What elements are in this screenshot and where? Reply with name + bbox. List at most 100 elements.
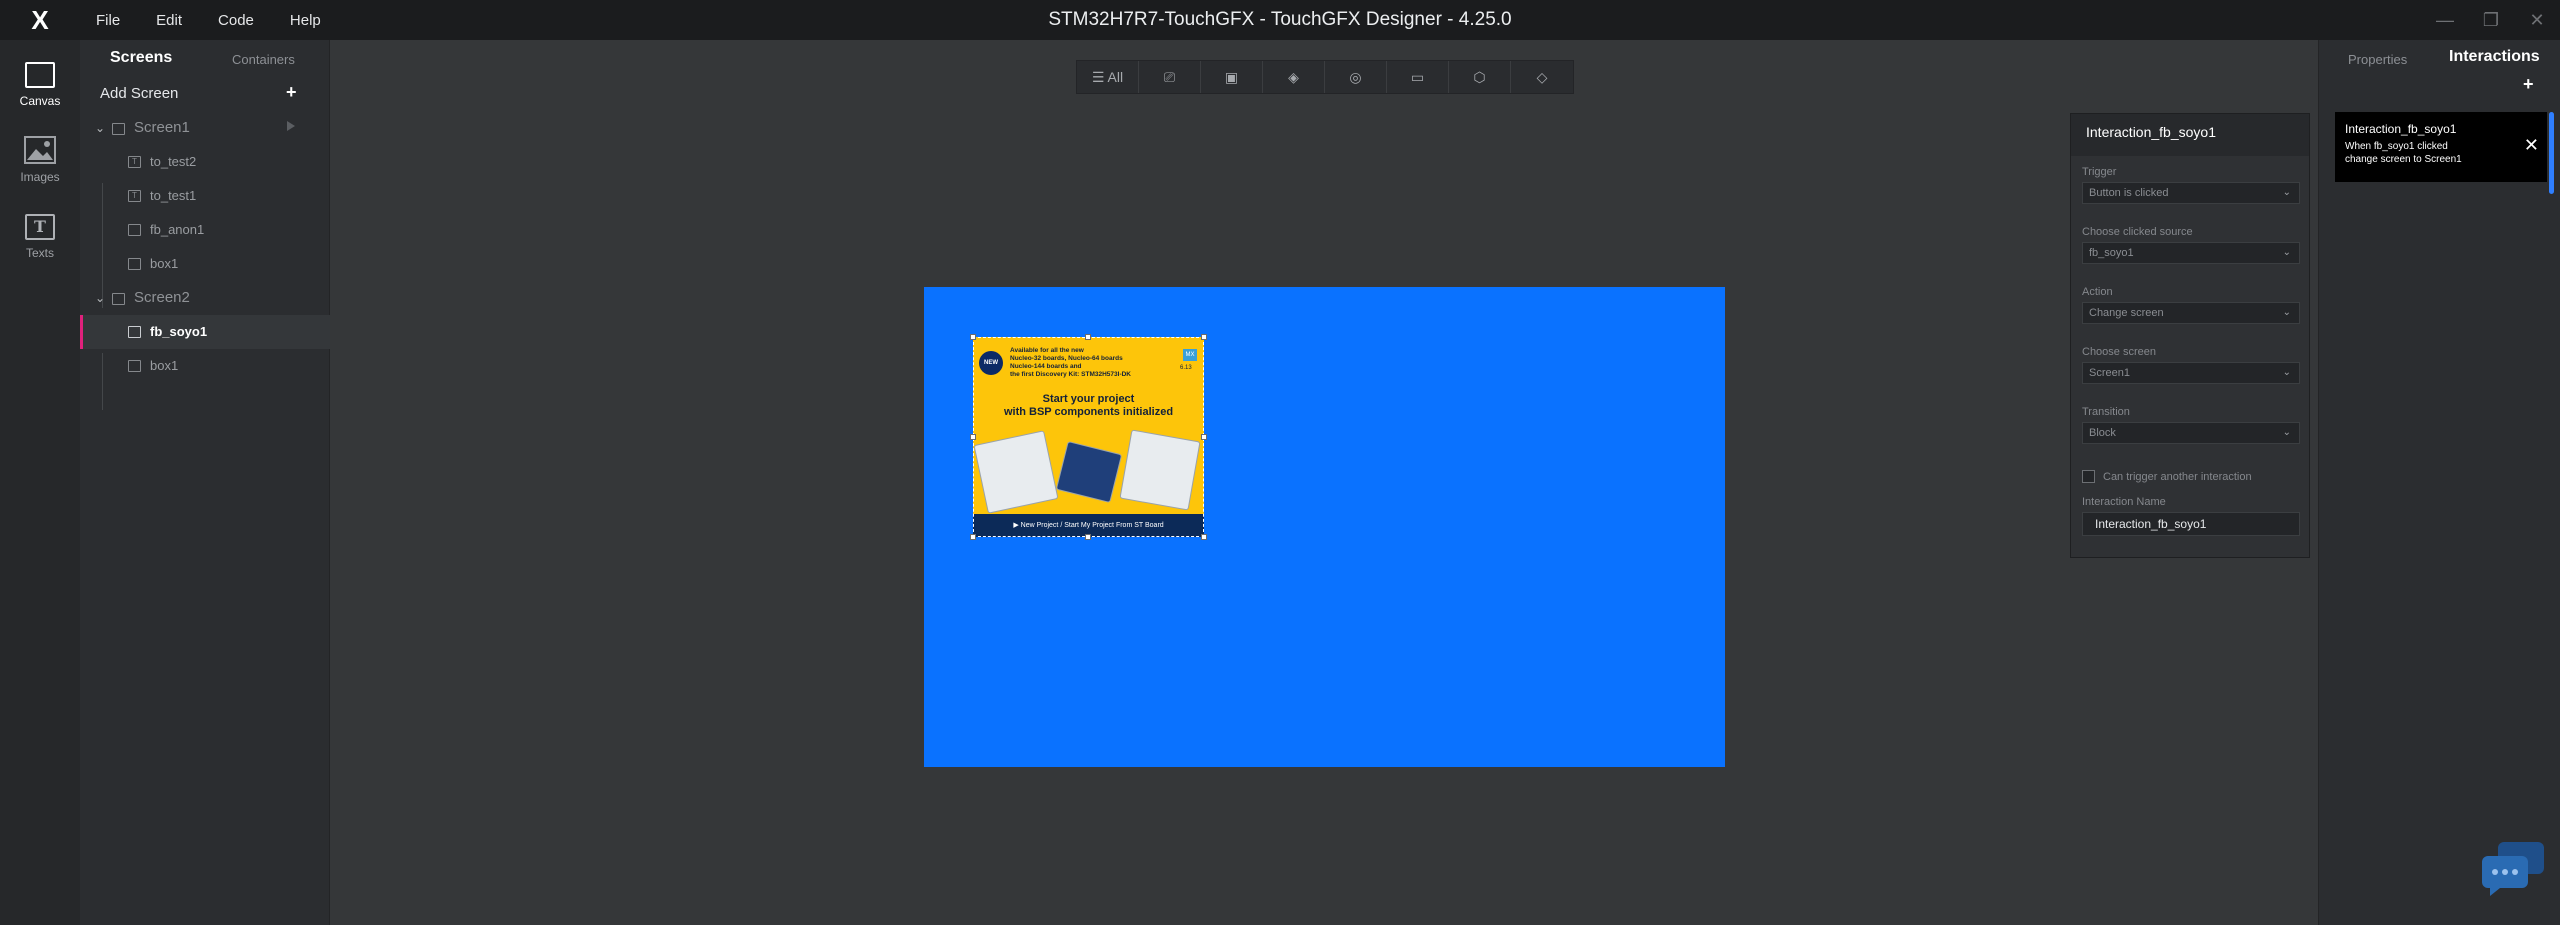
layers-icon[interactable]: ◈ — [1263, 61, 1325, 93]
rail-images-label: Images — [20, 170, 60, 184]
tree-item-label: to_test2 — [150, 154, 197, 169]
left-rail: Canvas Images T Texts — [0, 40, 80, 925]
stack-icon[interactable]: ◇ — [1511, 61, 1573, 93]
chevron-down-icon[interactable]: ⌄ — [95, 121, 105, 135]
add-screen-row[interactable]: Add Screen + — [80, 80, 330, 108]
right-panel: Properties Interactions + Interaction_fb… — [2318, 40, 2560, 925]
chevron-down-icon: ⌄ — [2282, 247, 2291, 258]
tree-screen2[interactable]: ⌄ Screen2 — [80, 281, 330, 315]
tab-interactions[interactable]: Interactions — [2449, 48, 2540, 66]
screen2-label: Screen2 — [134, 289, 190, 306]
image-icon[interactable]: ▣ — [1201, 61, 1263, 93]
resize-handle[interactable] — [970, 334, 976, 340]
texts-icon: T — [25, 214, 55, 240]
action-label: Action — [2082, 286, 2113, 298]
tree-item-fb-anon1[interactable]: fb_anon1 — [80, 213, 330, 247]
shapes-icon[interactable]: ◎ — [1325, 61, 1387, 93]
transition-label: Transition — [2082, 406, 2130, 418]
trigger-value: Button is clicked — [2089, 187, 2169, 199]
close-icon[interactable]: ✕ — [2524, 135, 2539, 156]
text-area-icon[interactable]: ▭ — [1387, 61, 1449, 93]
box-icon — [128, 258, 141, 270]
tree-item-box1[interactable]: box1 — [80, 349, 330, 383]
interaction-icon[interactable]: ⎚ — [1139, 61, 1201, 93]
resize-handle[interactable] — [1201, 434, 1207, 440]
window-title: STM32H7R7-TouchGFX - TouchGFX Designer -… — [1048, 9, 1512, 30]
tree-item-label: box1 — [150, 358, 179, 373]
tree-item-to-test2[interactable]: T to_test2 — [80, 145, 330, 179]
tab-screens[interactable]: Screens — [110, 49, 172, 67]
screen-icon — [112, 123, 125, 135]
chevron-down-icon[interactable]: ⌄ — [95, 291, 105, 305]
close-window-icon[interactable]: ✕ — [2514, 0, 2560, 40]
3d-box-icon[interactable]: ⬡ — [1449, 61, 1511, 93]
flexbutton-icon — [128, 224, 141, 236]
textarea-icon: T — [128, 190, 141, 202]
can-trigger-label: Can trigger another interaction — [2103, 471, 2252, 483]
card-title: Interaction_fb_soyo1 — [2345, 122, 2457, 136]
selection-outline — [973, 337, 1204, 537]
filter-all-button[interactable]: ☰ All — [1077, 61, 1139, 93]
chevron-down-icon: ⌄ — [2282, 307, 2291, 318]
box-icon — [128, 360, 141, 372]
selection-indicator — [80, 315, 83, 349]
tree-item-fb-soyo1[interactable]: fb_soyo1 — [80, 315, 330, 349]
chevron-down-icon: ⌄ — [2282, 427, 2291, 438]
tree-item-label: fb_anon1 — [150, 222, 205, 237]
rail-images[interactable]: Images — [0, 124, 80, 194]
tree-screen1[interactable]: ⌄ Screen1 — [80, 111, 330, 145]
resize-handle[interactable] — [970, 534, 976, 540]
add-screen-label: Add Screen — [100, 85, 179, 102]
minimize-icon[interactable]: — — [2422, 0, 2468, 40]
screen1-label: Screen1 — [134, 119, 190, 136]
chat-icon[interactable] — [2480, 840, 2550, 896]
source-label: Choose clicked source — [2082, 226, 2193, 238]
card-line: change screen to Screen1 — [2345, 154, 2462, 165]
rail-canvas-label: Canvas — [19, 94, 61, 108]
add-screen-plus-icon[interactable]: + — [286, 82, 297, 103]
chevron-down-icon: ⌄ — [2282, 367, 2291, 378]
maximize-icon[interactable]: ❐ — [2468, 0, 2514, 40]
scrollbar-thumb[interactable] — [2549, 112, 2554, 194]
screen-select[interactable]: Screen1 ⌄ — [2082, 362, 2300, 384]
filter-all-label: All — [1107, 69, 1124, 85]
resize-handle[interactable] — [1085, 334, 1091, 340]
play-icon[interactable] — [287, 121, 295, 131]
canvas-icon — [25, 62, 55, 88]
screen-label: Choose screen — [2082, 346, 2156, 358]
textarea-icon: T — [128, 156, 141, 168]
tree-item-to-test1[interactable]: T to_test1 — [80, 179, 330, 213]
interaction-editor: Interaction_fb_soyo1 Trigger Button is c… — [2070, 113, 2310, 558]
rail-texts[interactable]: T Texts — [0, 200, 80, 270]
screen-value: Screen1 — [2089, 367, 2130, 379]
add-interaction-plus-icon[interactable]: + — [2523, 74, 2534, 95]
card-line: When fb_soyo1 clicked — [2345, 141, 2448, 152]
transition-value: Block — [2089, 427, 2116, 439]
resize-handle[interactable] — [970, 434, 976, 440]
rail-texts-label: Texts — [25, 246, 54, 260]
resize-handle[interactable] — [1201, 534, 1207, 540]
can-trigger-checkbox[interactable] — [2082, 470, 2095, 483]
transition-select[interactable]: Block ⌄ — [2082, 422, 2300, 444]
rail-canvas[interactable]: Canvas — [0, 48, 80, 118]
source-value: fb_soyo1 — [2089, 247, 2134, 259]
flexbutton-icon — [128, 326, 141, 338]
tab-properties[interactable]: Properties — [2348, 52, 2407, 67]
window-controls: — ❐ ✕ — [2422, 0, 2560, 40]
trigger-label: Trigger — [2082, 166, 2117, 178]
action-select[interactable]: Change screen ⌄ — [2082, 302, 2300, 324]
tab-containers[interactable]: Containers — [232, 52, 295, 67]
resize-handle[interactable] — [1201, 334, 1207, 340]
source-select[interactable]: fb_soyo1 ⌄ — [2082, 242, 2300, 264]
images-icon — [24, 136, 56, 164]
interaction-name-input[interactable]: Interaction_fb_soyo1 — [2082, 512, 2300, 536]
tree-item-box1[interactable]: box1 — [80, 247, 330, 281]
interaction-card[interactable]: Interaction_fb_soyo1 When fb_soyo1 click… — [2335, 112, 2547, 182]
screen-icon — [112, 293, 125, 305]
title-bar: X File Edit Code Help STM32H7R7-TouchGFX… — [0, 0, 2560, 40]
widget-toolbar: ☰ All ⎚ ▣ ◈ ◎ ▭ ⬡ ◇ — [1076, 60, 1574, 94]
trigger-select[interactable]: Button is clicked ⌄ — [2082, 182, 2300, 204]
name-label: Interaction Name — [2082, 496, 2166, 508]
tree-item-label: box1 — [150, 256, 179, 271]
resize-handle[interactable] — [1085, 534, 1091, 540]
